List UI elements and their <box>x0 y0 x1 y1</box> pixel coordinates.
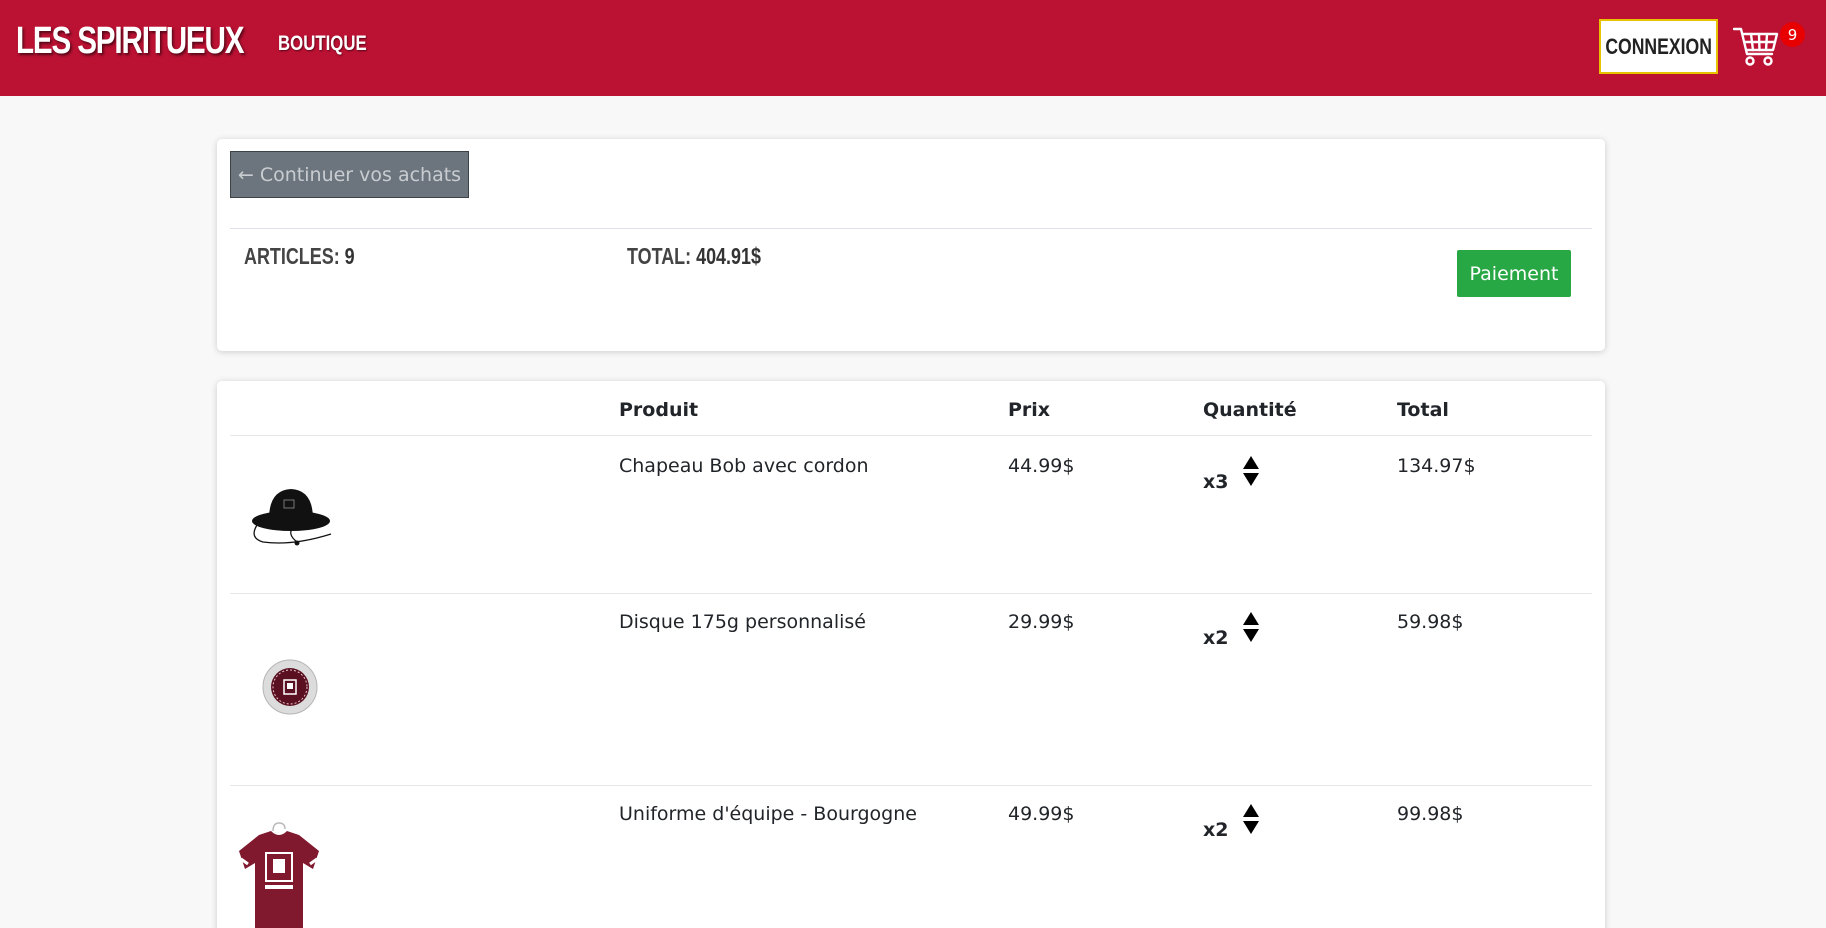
product-quantity: x2 <box>1203 819 1229 841</box>
product-quantity: x2 <box>1203 627 1229 649</box>
product-name: Disque 175g personnalisé <box>619 611 866 633</box>
decrease-quantity-icon[interactable] <box>1243 629 1259 642</box>
product-name: Uniforme d'équipe - Bourgogne <box>619 803 917 825</box>
brand-logo[interactable]: LES SPIRITUEUX <box>16 20 245 63</box>
bucket-hat-image <box>252 489 332 546</box>
row-divider <box>230 785 1592 786</box>
navbar: LES SPIRITUEUX BOUTIQUE CONNEXION 9 <box>0 0 1826 96</box>
increase-quantity-icon[interactable] <box>1243 456 1259 469</box>
total-value: 404.91$ <box>696 243 761 269</box>
checkout-button[interactable]: Paiement <box>1457 250 1571 297</box>
cart-summary-card: ← Continuer vos achats ARTICLES: 9 TOTAL… <box>217 139 1605 351</box>
product-total: 99.98$ <box>1397 803 1464 825</box>
column-header-total: Total <box>1397 399 1449 421</box>
column-header-price: Prix <box>1008 399 1051 421</box>
cart-button[interactable]: 9 <box>1733 20 1805 76</box>
continue-shopping-button[interactable]: ← Continuer vos achats <box>230 151 469 198</box>
articles-count: ARTICLES: 9 <box>244 243 355 270</box>
quantity-stepper[interactable] <box>1243 456 1261 488</box>
cart-count-badge: 9 <box>1780 22 1805 47</box>
articles-label: ARTICLES: <box>244 243 340 269</box>
disc-image <box>262 659 318 715</box>
total-label: TOTAL: <box>627 243 692 269</box>
decrease-quantity-icon[interactable] <box>1243 473 1259 486</box>
login-button-label: CONNEXION <box>1605 33 1712 59</box>
decrease-quantity-icon[interactable] <box>1243 821 1259 834</box>
cart-items-table: Produit Prix Quantité Total Chapeau Bob … <box>217 381 1605 928</box>
nav-link-boutique[interactable]: BOUTIQUE <box>278 32 367 56</box>
product-total: 59.98$ <box>1397 611 1464 633</box>
increase-quantity-icon[interactable] <box>1243 612 1259 625</box>
login-button[interactable]: CONNEXION <box>1599 19 1718 74</box>
increase-quantity-icon[interactable] <box>1243 804 1259 817</box>
product-total: 134.97$ <box>1397 455 1476 477</box>
header-divider <box>230 435 1592 436</box>
product-price: 49.99$ <box>1008 803 1075 825</box>
articles-value: 9 <box>344 243 355 269</box>
product-price: 44.99$ <box>1008 455 1075 477</box>
product-name: Chapeau Bob avec cordon <box>619 455 869 477</box>
quantity-stepper[interactable] <box>1243 612 1261 644</box>
product-quantity: x3 <box>1203 471 1229 493</box>
shopping-cart-icon <box>1733 27 1779 66</box>
jersey-image <box>239 822 319 928</box>
column-header-product: Produit <box>619 399 699 421</box>
quantity-stepper[interactable] <box>1243 804 1261 836</box>
row-divider <box>230 593 1592 594</box>
product-price: 29.99$ <box>1008 611 1075 633</box>
column-header-quantity: Quantité <box>1203 399 1297 421</box>
cart-total: TOTAL: 404.91$ <box>627 243 761 270</box>
summary-divider <box>230 228 1592 229</box>
